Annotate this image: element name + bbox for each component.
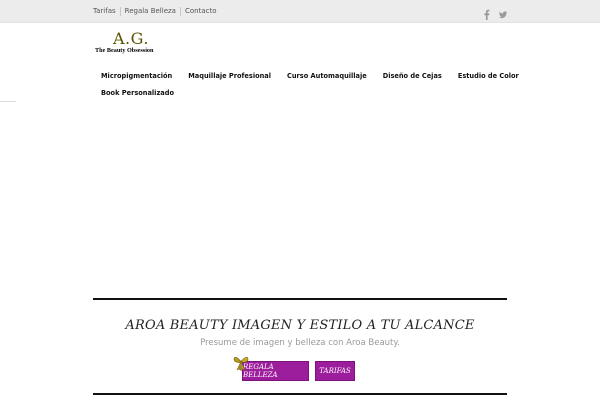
top-bar: Tarifas Regala Belleza Contacto — [0, 0, 600, 23]
logo-tagline: The Beauty Obsession — [95, 47, 154, 54]
nav-item-diseno-de-cejas[interactable]: Diseño de Cejas — [375, 72, 450, 80]
top-link-tarifas[interactable]: Tarifas — [93, 6, 120, 16]
nav-item-estudio-de-color[interactable]: Estudio de Color — [450, 72, 527, 80]
nav-item-maquillaje-profesional[interactable]: Maquillaje Profesional — [180, 72, 279, 80]
top-link-contacto[interactable]: Contacto — [181, 6, 221, 16]
social-links — [482, 5, 508, 20]
top-link-regala-belleza[interactable]: Regala Belleza — [121, 6, 180, 16]
gift-bow-icon — [232, 355, 250, 372]
tarifas-button[interactable]: TARIFAS — [315, 361, 355, 381]
nav-item-micropigmentacion[interactable]: Micropigmentación — [93, 72, 180, 80]
site-logo[interactable]: A.G. The Beauty Obsession — [95, 30, 171, 58]
hero-heading: AROA BEAUTY IMAGEN Y ESTILO A TU ALCANCE — [125, 318, 475, 333]
main-navigation: Micropigmentación Maquillaje Profesional… — [93, 67, 519, 101]
top-links: Tarifas Regala Belleza Contacto — [93, 0, 221, 22]
hero-slider — [0, 102, 600, 297]
nav-item-curso-automaquillaje[interactable]: Curso Automaquillaje — [279, 72, 375, 80]
regala-belleza-button[interactable]: REGALA BELLEZA — [242, 361, 309, 381]
rule-bottom — [93, 393, 507, 395]
facebook-icon[interactable] — [482, 5, 491, 20]
rule-top — [93, 298, 507, 300]
twitter-icon[interactable] — [497, 5, 508, 19]
nav-item-book-personalizado[interactable]: Book Personalizado — [93, 89, 182, 97]
logo-initials: A.G. — [113, 29, 149, 48]
hero-subheading: Presume de imagen y belleza con Aroa Bea… — [200, 338, 400, 348]
